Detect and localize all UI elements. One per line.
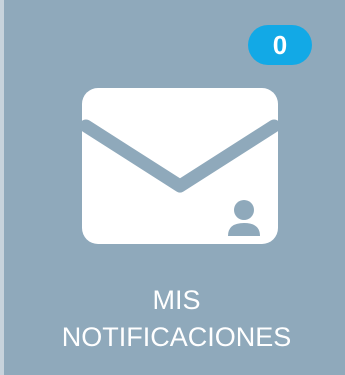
tile-label-line1: MIS [152,285,201,315]
notifications-tile[interactable]: 0 MIS NOTIFICACIONES [0,0,345,375]
tile-label-line2: NOTIFICACIONES [61,322,292,352]
notification-count-badge: 0 [248,25,312,65]
envelope-user-icon [80,88,280,244]
